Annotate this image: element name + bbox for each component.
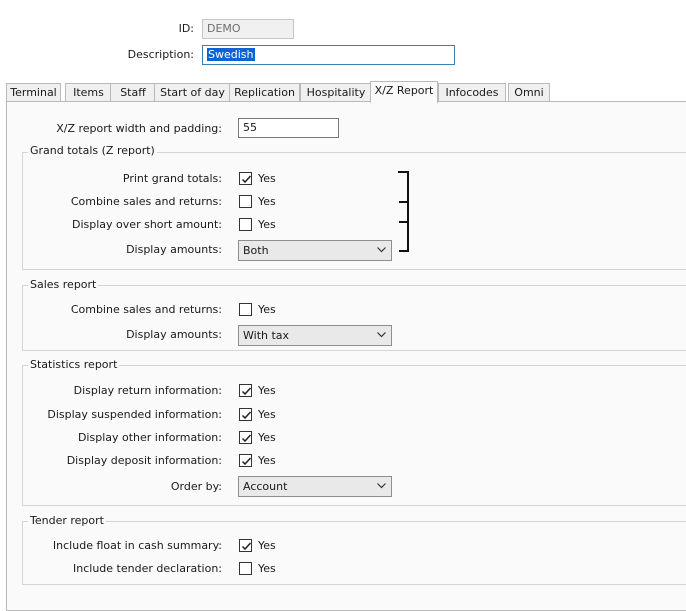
tab-omni[interactable]: Omni [508,83,550,102]
deposit-info-option: Yes [258,454,276,467]
sr-display-amounts-label: Display amounts: [126,328,222,341]
checkmark-icon [241,175,252,184]
checkmark-icon [241,434,252,443]
include-float-label: Include float in cash summary: [52,539,222,552]
suspended-info-label: Display suspended information: [47,408,222,421]
sr-combine-sales-returns-label: Combine sales and returns: [70,303,222,316]
return-info-checkbox[interactable] [239,384,252,397]
order-by-label: Order by: [170,480,222,493]
gt-display-amounts-value: Both [243,244,269,257]
suspended-info-checkbox[interactable] [239,408,252,421]
report-width-label: X/Z report width and padding: [56,122,222,135]
id-field: DEMO [202,19,294,39]
sr-display-amounts-select[interactable]: With tax [238,325,392,346]
checkmark-icon [241,542,252,551]
tab-terminal[interactable]: Terminal [6,83,61,102]
sr-combine-sales-returns-checkbox[interactable] [239,303,252,316]
order-by-value: Account [243,480,288,493]
sales-report-title: Sales report [28,278,99,291]
sr-display-amounts-value: With tax [243,329,290,342]
tab-start-of-day[interactable]: Start of day [154,83,231,102]
chevron-down-icon [377,332,386,338]
tab-bar: Terminal Items Staff Start of day Replic… [6,81,686,103]
other-info-label: Display other information: [77,431,222,444]
print-grand-totals-option: Yes [258,172,276,185]
tab-staff[interactable]: Staff [110,83,156,102]
description-value: Swedish [207,48,255,61]
checkmark-icon [241,457,252,466]
gt-display-amounts-select[interactable]: Both [238,240,392,261]
checkmark-icon [241,387,252,396]
deposit-info-checkbox[interactable] [239,454,252,467]
tender-report-group [22,521,686,585]
grand-totals-title: Grand totals (Z report) [28,144,157,157]
print-grand-totals-checkbox[interactable] [239,172,252,185]
report-width-input[interactable]: 55 [238,118,339,138]
combine-sales-returns-checkbox[interactable] [239,195,252,208]
print-grand-totals-label: Print grand totals: [122,172,222,185]
description-label: Description: [127,48,194,61]
combine-sales-returns-label: Combine sales and returns: [70,195,222,208]
other-info-option: Yes [258,431,276,444]
include-declaration-option: Yes [258,562,276,575]
tab-replication[interactable]: Replication [229,83,300,102]
statistics-report-title: Statistics report [28,358,120,371]
combine-sales-returns-option: Yes [258,195,276,208]
checkmark-icon [241,411,252,420]
chevron-down-icon [377,483,386,489]
order-by-select[interactable]: Account [238,476,392,497]
include-float-option: Yes [258,539,276,552]
include-declaration-checkbox[interactable] [239,562,252,575]
display-over-short-option: Yes [258,218,276,231]
tab-infocodes[interactable]: Infocodes [438,83,506,102]
sr-combine-sales-returns-option: Yes [258,303,276,316]
include-declaration-label: Include tender declaration: [73,562,222,575]
deposit-info-label: Display deposit information: [66,454,222,467]
display-over-short-label: Display over short amount: [72,218,222,231]
tender-report-title: Tender report [28,514,106,527]
return-info-label: Display return information: [73,384,222,397]
display-over-short-checkbox[interactable] [239,218,252,231]
tab-hospitality[interactable]: Hospitality [300,83,372,102]
other-info-checkbox[interactable] [239,431,252,444]
grand-totals-bracket [398,171,409,252]
return-info-option: Yes [258,384,276,397]
id-label: ID: [178,22,194,35]
description-field[interactable]: Swedish [202,45,455,65]
include-float-checkbox[interactable] [239,539,252,552]
gt-display-amounts-label: Display amounts: [126,243,222,256]
suspended-info-option: Yes [258,408,276,421]
tab-xz-report[interactable]: X/Z Report [370,81,438,103]
tab-items[interactable]: Items [65,83,112,102]
chevron-down-icon [377,247,386,253]
